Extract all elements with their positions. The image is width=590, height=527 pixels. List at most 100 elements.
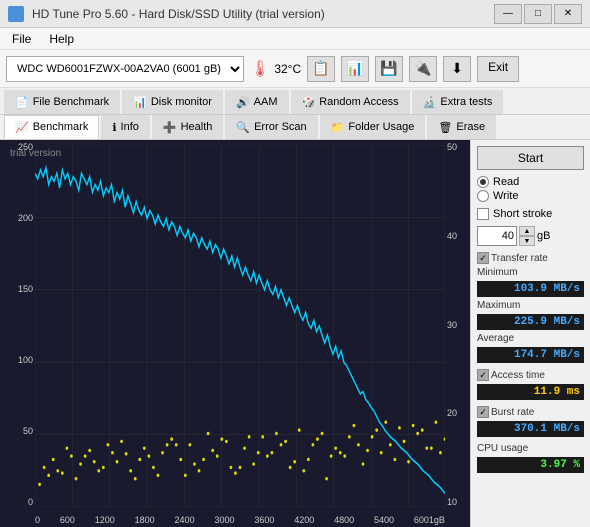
folder-usage-icon: 📁 [331,121,345,134]
maximize-button[interactable]: □ [524,4,552,24]
transfer-rate-label: Transfer rate [491,253,548,264]
burst-rate-section: ✓ Burst rate 370.1 MB/s [477,406,584,437]
toolbar: WDC WD6001FZWX-00A2VA0 (6001 gB) 🌡 32°C … [0,50,590,88]
file-benchmark-icon: 📄 [15,96,29,109]
write-radio-button[interactable] [477,190,489,202]
x-label-6001: 6001gB [414,515,445,525]
tab-file-benchmark[interactable]: 📄 File Benchmark [4,90,120,114]
tab-random-access[interactable]: 🎲 Random Access [291,90,410,114]
transfer-rate-header: ✓ Transfer rate [477,252,584,264]
transfer-rate-checkbox[interactable]: ✓ [477,252,489,264]
short-stroke-label: Short stroke [493,208,552,220]
burst-rate-header: ✓ Burst rate [477,406,584,418]
x-label-0: 0 [35,515,40,525]
tab-extra-tests[interactable]: 🔬 Extra tests [412,90,504,114]
access-time-label: Access time [491,370,545,381]
app-icon [8,6,24,22]
health-icon: ➕ [163,121,177,134]
disk-monitor-icon: 📊 [133,96,147,109]
spinner-up[interactable]: ▲ [519,226,535,236]
spinner-buttons: ▲ ▼ [519,226,535,246]
y-label-150: 150 [18,284,33,294]
maximum-value: 225.9 MB/s [477,314,584,330]
y-axis-right: 50 40 30 20 10 [445,140,470,507]
toolbar-btn-1[interactable]: 📋 [307,56,335,82]
y-right-10: 10 [447,497,457,507]
toolbar-btn-3[interactable]: 💾 [375,56,403,82]
read-radio[interactable]: Read [477,176,584,188]
benchmark-icon: 📈 [15,121,29,134]
x-label-2400: 2400 [175,515,195,525]
short-stroke-checkbox[interactable] [477,208,489,220]
tab-aam[interactable]: 🔊 AAM [225,90,289,114]
tab-erase[interactable]: 🗑 Erase [427,115,496,139]
tab-health[interactable]: ➕ Health [152,115,224,139]
tab-info[interactable]: ℹ Info [101,115,150,139]
thermometer-icon: 🌡 [250,59,270,79]
erase-icon: 🗑 [438,121,452,134]
tab-benchmark[interactable]: 📈 Benchmark [4,115,99,139]
random-access-icon: 🎲 [302,96,316,109]
read-write-group: Read Write [477,176,584,202]
start-button[interactable]: Start [477,146,584,170]
title-bar: HD Tune Pro 5.60 - Hard Disk/SSD Utility… [0,0,590,28]
aam-icon: 🔊 [236,96,250,109]
toolbar-btn-2[interactable]: 📊 [341,56,369,82]
error-scan-icon: 🔍 [236,121,250,134]
access-time-section: ✓ Access time 11.9 ms [477,369,584,400]
disk-selector[interactable]: WDC WD6001FZWX-00A2VA0 (6001 gB) [6,56,244,82]
x-label-1800: 1800 [135,515,155,525]
extra-tests-icon: 🔬 [423,96,437,109]
minimize-button[interactable]: — [494,4,522,24]
y-right-40: 40 [447,231,457,241]
x-label-1200: 1200 [95,515,115,525]
gb-label: gB [537,230,550,242]
trial-version-label: trial version [10,148,61,159]
x-axis: 0 600 1200 1800 2400 3000 3600 4200 4800… [35,515,445,525]
menu-bar: File Help [0,28,590,50]
exit-button[interactable]: Exit [477,56,519,82]
x-label-600: 600 [60,515,75,525]
scatter-dots [38,420,445,486]
maximum-label: Maximum [477,300,584,311]
x-label-3600: 3600 [254,515,274,525]
short-stroke-item[interactable]: Short stroke [477,208,584,220]
read-radio-button[interactable] [477,176,489,188]
x-label-3000: 3000 [214,515,234,525]
cpu-usage-label: CPU usage [477,443,584,454]
stroke-input[interactable] [477,226,517,246]
chart-canvas [35,145,445,507]
main-area: trial version 250 200 150 100 50 0 50 40… [0,140,590,527]
access-time-header: ✓ Access time [477,369,584,381]
burst-rate-value: 370.1 MB/s [477,421,584,437]
spinner-down[interactable]: ▼ [519,236,535,246]
tab-disk-monitor[interactable]: 📊 Disk monitor [122,90,223,114]
cpu-usage-section: CPU usage 3.97 % [477,443,584,473]
burst-rate-checkbox[interactable]: ✓ [477,406,489,418]
temperature-value: 32°C [274,62,301,76]
cpu-usage-value: 3.97 % [477,457,584,473]
write-radio[interactable]: Write [477,190,584,202]
tabs-row2: 📈 Benchmark ℹ Info ➕ Health 🔍 Error Scan… [0,115,590,140]
y-label-100: 100 [18,355,33,365]
close-button[interactable]: ✕ [554,4,582,24]
y-right-30: 30 [447,320,457,330]
transfer-rate-section: ✓ Transfer rate Minimum 103.9 MB/s Maxim… [477,252,584,363]
menu-help[interactable]: Help [41,30,82,48]
sidebar: Start Read Write Short stroke ▲ ▼ [470,140,590,527]
access-time-checkbox[interactable]: ✓ [477,369,489,381]
average-label: Average [477,333,584,344]
y-label-0: 0 [28,497,33,507]
menu-file[interactable]: File [4,30,39,48]
y-right-50: 50 [447,142,457,152]
tab-folder-usage[interactable]: 📁 Folder Usage [320,115,426,139]
y-label-200: 200 [18,213,33,223]
toolbar-btn-4[interactable]: 🔌 [409,56,437,82]
chart-area: trial version 250 200 150 100 50 0 50 40… [0,140,470,527]
y-axis-left: 250 200 150 100 50 0 [0,140,35,507]
benchmark-chart [35,145,445,507]
y-right-20: 20 [447,408,457,418]
tab-error-scan[interactable]: 🔍 Error Scan [225,115,317,139]
toolbar-btn-5[interactable]: ⬇ [443,56,471,82]
write-label: Write [493,190,518,202]
